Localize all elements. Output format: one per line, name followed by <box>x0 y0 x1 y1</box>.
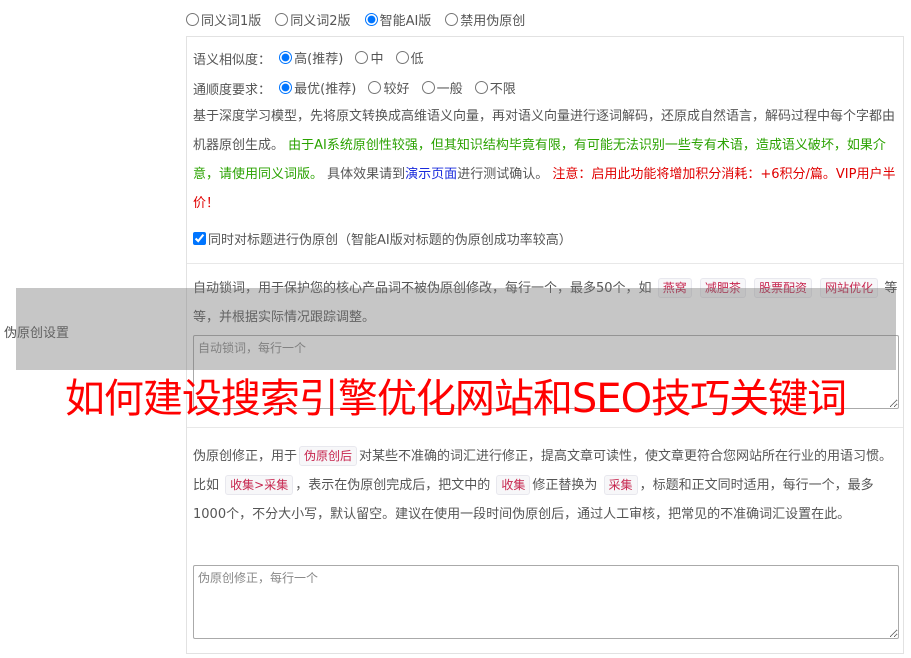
similarity-option-low[interactable]: 低 <box>395 48 424 67</box>
similarity-row: 语义相似度： 高(推荐) 中 低 <box>193 48 432 68</box>
title-checkbox[interactable] <box>193 232 206 245</box>
version-radio-synonym1[interactable] <box>186 13 199 26</box>
similarity-radio-mid[interactable] <box>355 51 369 64</box>
fluency-row: 通顺度要求： 最优(推荐) 较好 一般 不限 <box>193 78 524 98</box>
divider <box>187 427 903 428</box>
ai-description: 基于深度学习模型，先将原文转换成高维语义向量，再对语义向量进行逐词解码，还原成自… <box>193 102 899 218</box>
fluency-option-label: 最优(推荐) <box>294 82 357 97</box>
correction-tag: 采集 <box>603 475 638 495</box>
demo-page-link[interactable]: 演示页面 <box>405 167 457 182</box>
correction-input[interactable] <box>193 565 899 639</box>
fluency-radio-best[interactable] <box>279 81 293 94</box>
fluency-option-normal[interactable]: 一般 <box>421 78 463 97</box>
fluency-radio-normal[interactable] <box>421 81 435 94</box>
divider <box>187 263 903 264</box>
version-radio-ai[interactable] <box>364 13 378 26</box>
similarity-radio-high[interactable] <box>279 51 293 64</box>
version-option-label: 智能AI版 <box>379 14 432 29</box>
version-radio-synonym2[interactable] <box>275 13 289 26</box>
similarity-option-label: 低 <box>410 52 424 67</box>
version-option-label: 禁用伪原创 <box>460 14 526 29</box>
ai-desc-text: 具体效果请到 <box>327 167 406 182</box>
title-checkbox-option[interactable]: 同时对标题进行伪原创（智能AI版对标题的伪原创成功率较高） <box>193 229 572 248</box>
ai-desc-text: 进行测试确认。 <box>457 167 549 182</box>
correction-desc-text: ，表示在伪原创完成后，把文中的 <box>295 478 491 493</box>
fluency-option-best[interactable]: 最优(推荐) <box>279 78 356 97</box>
correction-tag: 收集 <box>496 475 531 495</box>
version-option-label: 同义词2版 <box>290 14 351 29</box>
fluency-option-label: 不限 <box>489 82 516 97</box>
correction-tag: 收集>采集 <box>225 475 294 495</box>
similarity-option-label: 高(推荐) <box>294 52 344 67</box>
fluency-radio-any[interactable] <box>474 81 488 94</box>
fluency-radio-good[interactable] <box>368 81 382 94</box>
similarity-option-mid[interactable]: 中 <box>355 48 383 67</box>
version-option-label: 同义词1版 <box>201 14 262 29</box>
fluency-option-good[interactable]: 较好 <box>368 78 409 97</box>
version-radio-disable[interactable] <box>445 13 459 26</box>
version-radio-group: 同义词1版 同义词2版 智能AI版 禁用伪原创 <box>186 10 533 29</box>
watermark-band <box>16 288 896 370</box>
similarity-label: 语义相似度： <box>193 53 272 68</box>
correction-description: 伪原创修正，用于 伪原创后 对某些不准确的词汇进行修正，提高文章可读性，使文章更符合… <box>193 442 899 529</box>
fluency-option-any[interactable]: 不限 <box>474 78 516 97</box>
similarity-radio-low[interactable] <box>395 51 409 64</box>
version-option-ai[interactable]: 智能AI版 <box>364 10 432 29</box>
similarity-option-label: 中 <box>370 52 384 67</box>
fluency-label: 通顺度要求： <box>193 83 272 98</box>
version-option-synonym2[interactable]: 同义词2版 <box>275 10 351 29</box>
version-option-disable[interactable]: 禁用伪原创 <box>445 10 525 29</box>
correction-tag: 伪原创后 <box>299 446 358 466</box>
correction-desc-text: 修正替换为 <box>532 478 598 493</box>
title-checkbox-label: 同时对标题进行伪原创（智能AI版对标题的伪原创成功率较高） <box>208 233 572 248</box>
correction-desc-text: 伪原创修正，用于 <box>193 449 298 464</box>
version-option-synonym1[interactable]: 同义词1版 <box>186 10 261 29</box>
fluency-option-label: 一般 <box>436 82 463 97</box>
title-option-row: 同时对标题进行伪原创（智能AI版对标题的伪原创成功率较高） <box>193 229 572 249</box>
similarity-option-high[interactable]: 高(推荐) <box>279 48 343 67</box>
fluency-option-label: 较好 <box>383 82 410 97</box>
watermark-title: 如何建设搜索引擎优化网站和SEO技巧关键词 <box>64 376 847 422</box>
